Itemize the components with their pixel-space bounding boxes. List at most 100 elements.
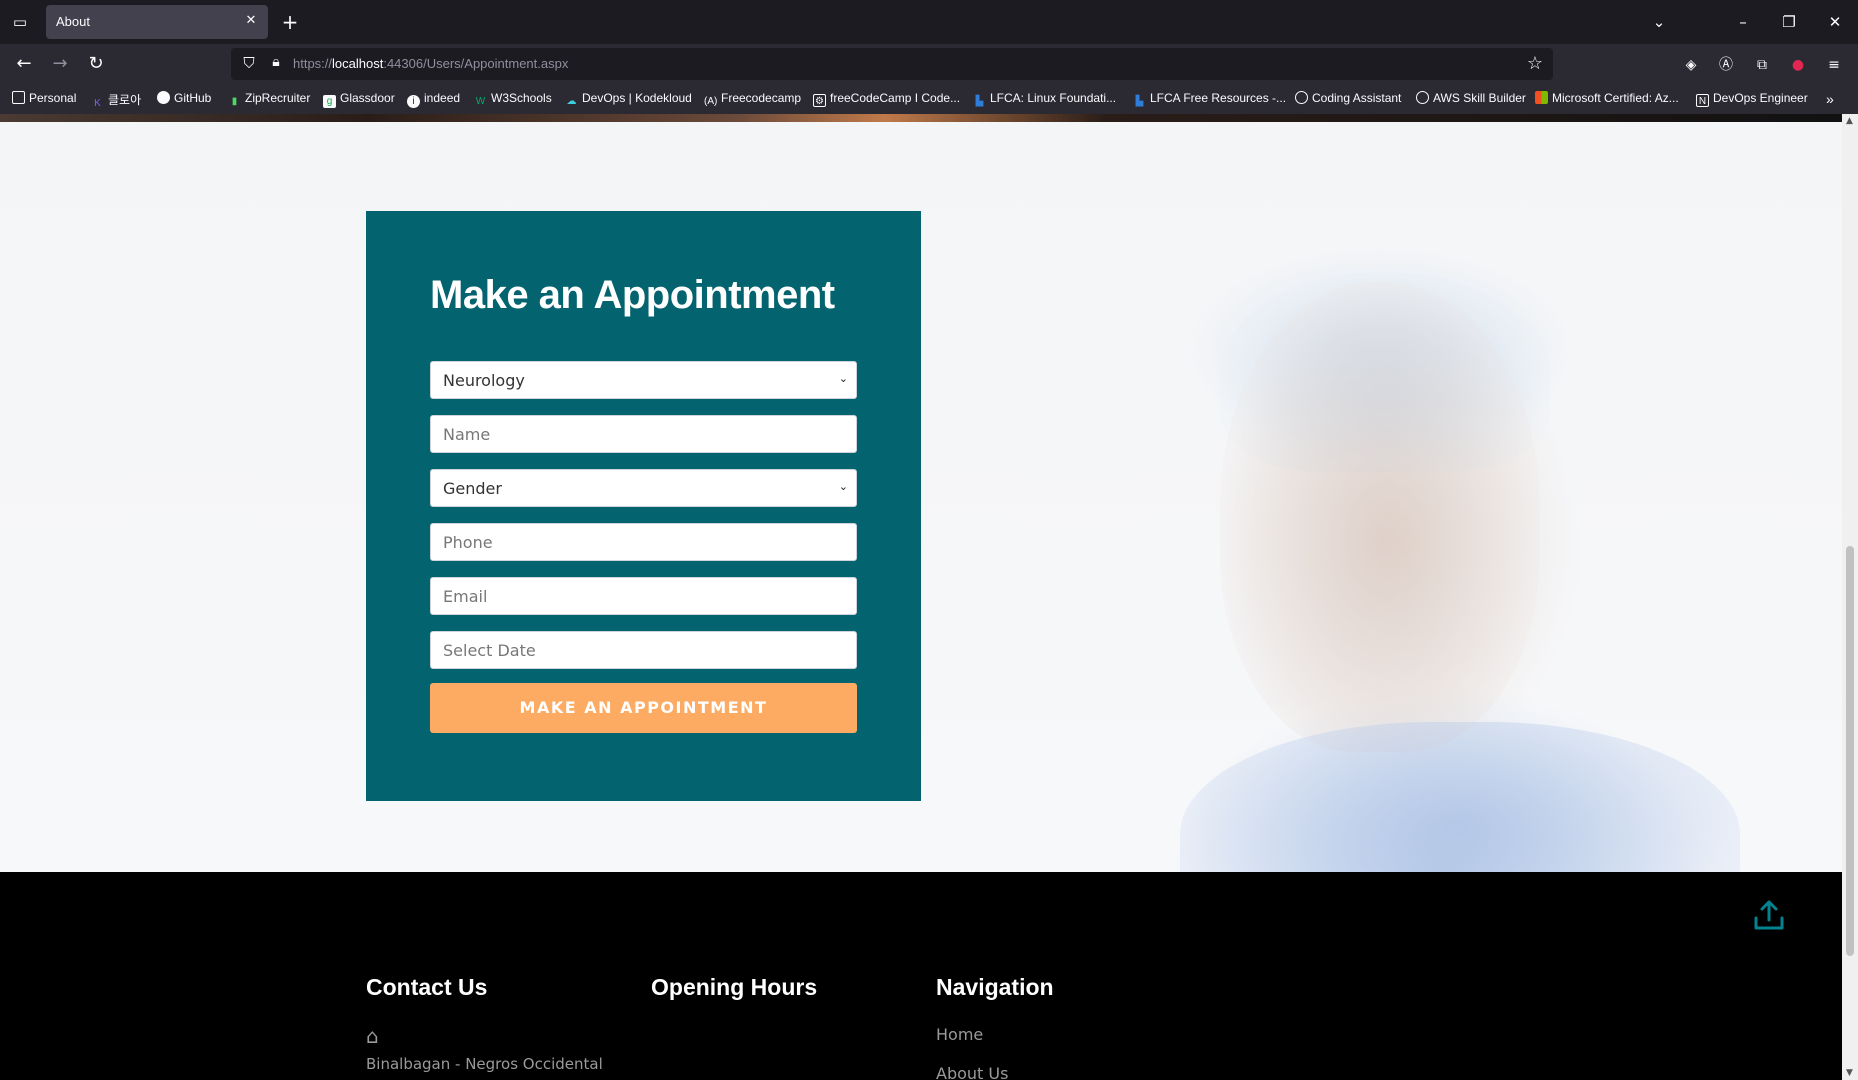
page-scrollbar[interactable]: ▲ ▼ [1842, 114, 1858, 1080]
gender-select[interactable]: Gender ⌄ [430, 469, 857, 507]
bookmark-label: Microsoft Certified: Az... [1552, 91, 1679, 105]
glassdoor-icon: g [323, 95, 336, 108]
tab-close-icon[interactable]: ✕ [242, 12, 260, 30]
chevron-down-icon: ⌄ [838, 480, 848, 493]
bookmark-label: GitHub [174, 91, 212, 105]
linux-foundation-icon: ▙ [1135, 96, 1144, 107]
url-path: :44306/Users/Appointment.aspx [383, 56, 569, 71]
phone-placeholder: Phone [443, 533, 493, 552]
bookmark-item[interactable]: ⚙ freeCodeCamp I Code... [813, 91, 960, 107]
minimize-icon[interactable]: – [1731, 10, 1755, 34]
bookmark-item[interactable]: AWS Skill Builder [1416, 91, 1526, 105]
bookmark-item[interactable]: GitHub [157, 91, 211, 105]
email-placeholder: Email [443, 587, 488, 606]
menu-icon[interactable]: ≡ [1823, 54, 1845, 76]
k-icon: K [94, 98, 101, 109]
appointment-form-card: Make an Appointment Neurology ⌄ Name Gen… [366, 211, 921, 801]
bookmark-item[interactable]: K 클로아 [91, 91, 141, 110]
browser-tab-bar: ▭ About ✕ + ⌄ – ❐ ✕ [0, 0, 1858, 44]
bookmark-item[interactable]: W W3Schools [474, 91, 552, 108]
name-placeholder: Name [443, 425, 491, 444]
bookmark-label: W3Schools [491, 91, 552, 105]
url-text[interactable]: https://localhost:44306/Users/Appointmen… [293, 56, 568, 71]
bookmark-item[interactable]: N DevOps Engineer [1696, 91, 1808, 107]
bookmark-item[interactable]: ▙ LFCA Free Resources -... [1133, 91, 1286, 108]
bookmark-label: Personal [29, 91, 77, 105]
lock-icon[interactable]: 🔒︎ [267, 54, 285, 70]
gender-select-value: Gender [443, 479, 502, 498]
pocket-icon[interactable]: ◈ [1680, 54, 1702, 76]
openai-icon [1295, 91, 1308, 104]
bookmarks-toolbar: Personal K 클로아 GitHub ▮ ZipRecruiter g Glas… [0, 84, 1858, 114]
bookmark-item[interactable]: Microsoft Certified: Az... [1535, 91, 1679, 105]
scroll-down-arrow-icon[interactable]: ▼ [1846, 1068, 1853, 1078]
bookmark-star-icon[interactable]: ☆ [1527, 53, 1543, 74]
w3schools-icon: W [475, 96, 486, 107]
github-icon [157, 91, 170, 104]
footer-link-about-us[interactable]: About Us [936, 1064, 1008, 1080]
back-arrow-icon[interactable]: ← [12, 52, 36, 76]
date-input[interactable]: Select Date [430, 631, 857, 669]
back-to-top-icon[interactable] [1752, 898, 1786, 932]
ublock-icon[interactable]: ● [1787, 54, 1809, 76]
ziprecruiter-icon: ▮ [231, 96, 238, 107]
bookmark-item[interactable]: ▙ LFCA: Linux Foundati... [973, 91, 1116, 108]
site-footer: Contact Us ⌂ Binalbagan - Negros Occiden… [0, 872, 1842, 1080]
contact-address: Binalbagan - Negros Occidental [366, 1055, 603, 1073]
footer-link-home[interactable]: Home [936, 1025, 983, 1044]
bookmarks-overflow-chevron-icon[interactable]: » [1826, 91, 1834, 107]
globe-icon [1416, 91, 1429, 104]
bookmark-item[interactable]: ☁ DevOps | Kodekloud [565, 91, 692, 108]
new-tab-icon[interactable]: + [279, 11, 301, 33]
close-window-icon[interactable]: ✕ [1823, 10, 1847, 34]
home-icon: ⌂ [366, 1024, 379, 1048]
page-viewport: Make an Appointment Neurology ⌄ Name Gen… [0, 114, 1842, 1080]
bookmark-label: AWS Skill Builder [1433, 91, 1526, 105]
extensions-icon[interactable]: ⧉ [1751, 54, 1773, 76]
bookmark-label: DevOps Engineer [1713, 91, 1808, 105]
make-appointment-button[interactable]: MAKE AN APPOINTMENT [430, 683, 857, 733]
restore-icon[interactable]: ❐ [1777, 10, 1801, 34]
bookmark-item[interactable]: Personal [12, 91, 76, 105]
folder-icon [12, 91, 25, 104]
browser-nav-bar: ← → ↻ ⛉ 🔒︎ https://localhost:44306/Users… [0, 44, 1858, 84]
bookmark-item[interactable]: Coding Assistant [1295, 91, 1401, 105]
forward-arrow-icon[interactable]: → [48, 52, 72, 76]
footer-navigation-column: Navigation Home About Us [936, 974, 1054, 1080]
url-prefix: https:// [293, 56, 333, 71]
tab-overflow-chevron-icon[interactable]: ⌄ [1647, 10, 1671, 34]
bookmark-item[interactable]: ▮ ZipRecruiter [228, 91, 311, 108]
navigation-heading: Navigation [936, 974, 1054, 1000]
opening-hours-heading: Opening Hours [651, 974, 818, 1000]
appointment-title: Make an Appointment [430, 273, 835, 317]
freecodecamp-icon: ⚙ [813, 94, 826, 107]
tab-title: About [56, 14, 90, 29]
name-input[interactable]: Name [430, 415, 857, 453]
footer-hours-column: Opening Hours [651, 974, 817, 1001]
scrollbar-thumb[interactable] [1846, 546, 1854, 956]
bookmark-item[interactable]: i indeed [407, 91, 460, 108]
bookmark-label: LFCA Free Resources -... [1150, 91, 1287, 105]
department-select-value: Neurology [443, 371, 525, 390]
address-bar[interactable]: ⛉ 🔒︎ https://localhost:44306/Users/Appoi… [231, 48, 1553, 80]
scroll-up-arrow-icon[interactable]: ▲ [1846, 116, 1853, 126]
indeed-icon: i [407, 95, 420, 108]
browser-tab-active[interactable]: About ✕ [46, 5, 268, 39]
bookmark-item[interactable]: (A) Freecodecamp [704, 91, 801, 108]
footer-contact-column: Contact Us ⌂ Binalbagan - Negros Occiden… [366, 974, 603, 1073]
tracking-shield-icon[interactable]: ⛉ [239, 54, 259, 72]
reload-icon[interactable]: ↻ [84, 52, 108, 76]
kodekloud-icon: ☁ [566, 96, 577, 107]
bookmark-item[interactable]: g Glassdoor [323, 91, 395, 108]
tab-list-icon[interactable]: ▭ [10, 12, 30, 32]
bookmark-label: indeed [424, 91, 461, 105]
linux-foundation-icon: ▙ [975, 96, 984, 107]
department-select[interactable]: Neurology ⌄ [430, 361, 857, 399]
bookmark-label: 클로아 [108, 93, 142, 107]
account-icon[interactable]: Ⓐ [1715, 54, 1737, 76]
bookmark-label: LFCA: Linux Foundati... [990, 91, 1117, 105]
email-input[interactable]: Email [430, 577, 857, 615]
url-host: localhost [332, 56, 384, 71]
phone-input[interactable]: Phone [430, 523, 857, 561]
bookmark-label: ZipRecruiter [245, 91, 311, 105]
